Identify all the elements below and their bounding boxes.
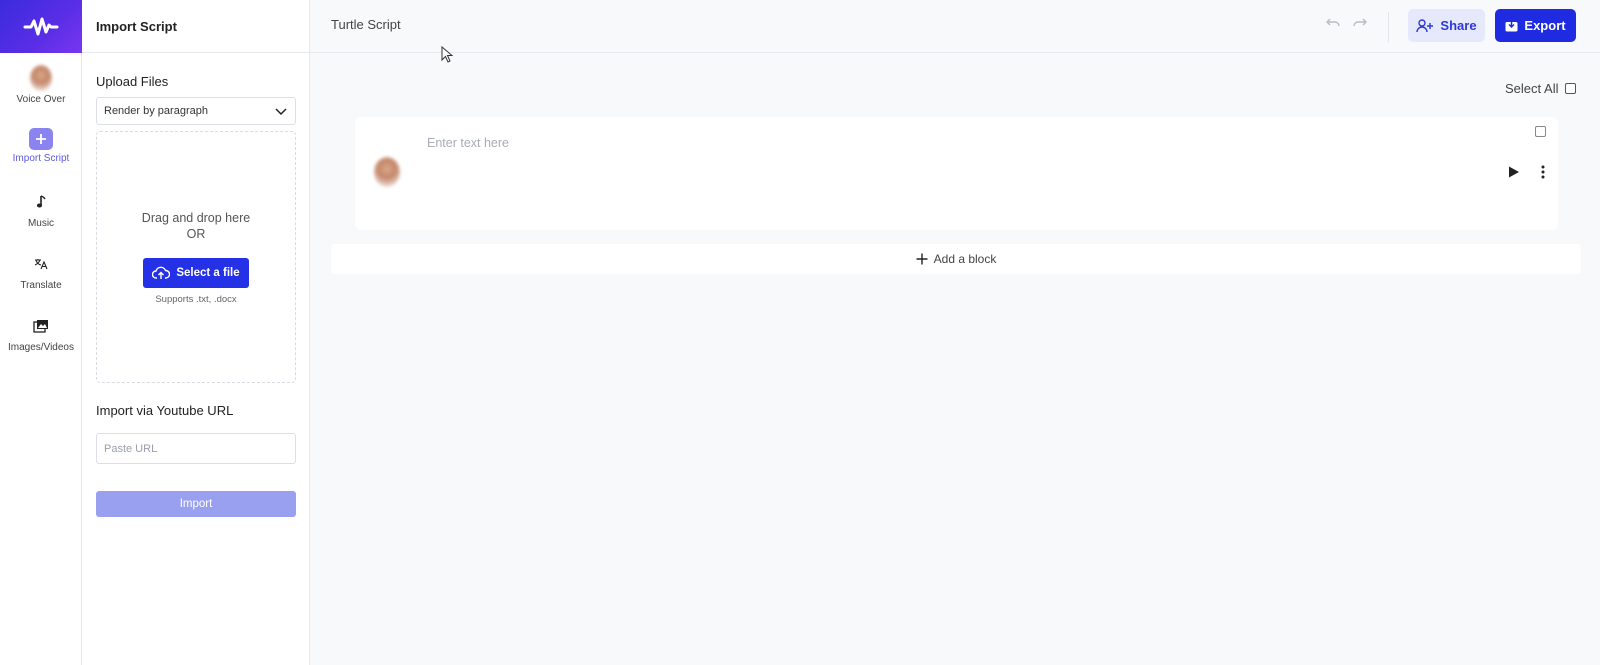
- import-button[interactable]: Import: [96, 491, 296, 517]
- mouse-cursor-icon: [441, 46, 453, 63]
- youtube-import-heading: Import via Youtube URL: [96, 403, 234, 418]
- add-block-label: Add a block: [933, 252, 997, 266]
- chevron-down-icon: [275, 108, 287, 116]
- share-label: Share: [1440, 18, 1477, 33]
- drag-drop-text: Drag and drop here: [141, 211, 251, 225]
- download-box-icon: [1505, 19, 1518, 32]
- block-checkbox[interactable]: [1535, 126, 1546, 137]
- music-note-icon: [28, 189, 54, 215]
- upload-files-heading: Upload Files: [96, 74, 169, 89]
- plus-square-icon: [29, 128, 53, 150]
- share-button[interactable]: Share: [1408, 9, 1485, 42]
- block-text-input[interactable]: Enter text here: [427, 136, 509, 150]
- select-all-checkbox[interactable]: [1565, 83, 1577, 94]
- plus-icon: [916, 253, 928, 265]
- play-icon[interactable]: [1508, 166, 1520, 178]
- select-file-button[interactable]: Select a file: [143, 258, 249, 288]
- supported-formats-text: Supports .txt, .docx: [155, 294, 237, 305]
- more-vertical-icon[interactable]: [1541, 165, 1545, 179]
- nav-rail: Voice Over Import Script Music Translate…: [0, 0, 82, 665]
- select-all-label: Select All: [1505, 81, 1559, 96]
- export-button[interactable]: Export: [1495, 9, 1576, 42]
- add-block-button[interactable]: Add a block: [331, 244, 1581, 274]
- redo-icon[interactable]: [1352, 15, 1368, 31]
- panel-title: Import Script: [82, 0, 309, 53]
- nav-item-music[interactable]: Music: [0, 189, 82, 229]
- document-title[interactable]: Turtle Script: [331, 17, 401, 32]
- cloud-upload-icon: [152, 266, 171, 279]
- images-icon: [28, 313, 54, 339]
- nav-item-voice-over[interactable]: Voice Over: [0, 65, 82, 105]
- script-block: Enter text here: [355, 117, 1558, 230]
- toolbar-divider: [1388, 12, 1389, 42]
- user-plus-icon: [1416, 18, 1434, 32]
- translate-icon: [28, 251, 54, 277]
- render-mode-select[interactable]: Render by paragraph: [96, 97, 296, 125]
- voice-avatar-icon: [28, 65, 54, 91]
- nav-item-translate[interactable]: Translate: [0, 251, 82, 291]
- import-script-panel: Import Script Upload Files Render by par…: [82, 0, 310, 665]
- nav-item-label: Translate: [20, 280, 62, 291]
- waveform-logo-icon: [23, 17, 59, 35]
- nav-item-import-script[interactable]: Import Script: [0, 128, 82, 164]
- youtube-url-input[interactable]: [96, 433, 296, 464]
- top-bar: Turtle Script Share Export: [310, 0, 1600, 53]
- render-mode-value: Render by paragraph: [104, 105, 208, 117]
- or-text: OR: [186, 227, 206, 241]
- nav-item-images-videos[interactable]: Images/Videos: [0, 313, 82, 353]
- nav-item-label: Images/Videos: [8, 342, 74, 353]
- undo-icon[interactable]: [1325, 15, 1341, 31]
- export-label: Export: [1524, 18, 1566, 33]
- speaker-avatar[interactable]: [374, 157, 400, 187]
- nav-item-label: Voice Over: [16, 94, 66, 105]
- nav-item-label: Import Script: [12, 153, 70, 164]
- select-all-control[interactable]: Select All: [1505, 81, 1577, 96]
- select-file-label: Select a file: [176, 267, 240, 279]
- file-dropzone[interactable]: Drag and drop here OR Select a file Supp…: [96, 131, 296, 383]
- nav-item-label: Music: [27, 218, 55, 229]
- app-logo[interactable]: [0, 0, 82, 53]
